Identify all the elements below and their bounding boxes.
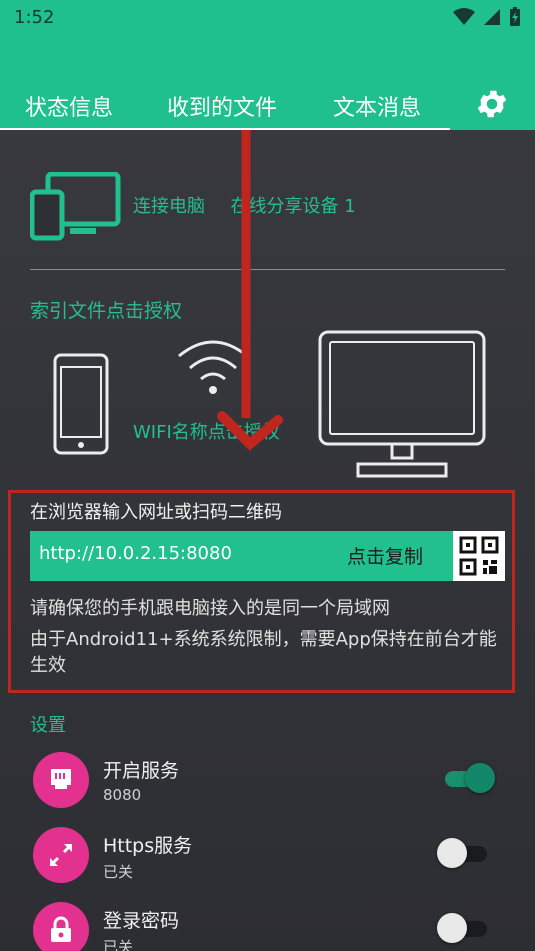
toggle-knob xyxy=(465,763,495,793)
cell-signal-icon xyxy=(484,9,500,25)
same-lan-note: 请确保您的手机跟电脑接入的是同一个局域网 xyxy=(30,598,390,619)
setting-subtitle: 已关 xyxy=(103,863,134,881)
android-limit-note: 由于Android11+系统系统限制，需要App保持在前台才能生效 xyxy=(30,629,497,676)
toggle-knob xyxy=(437,838,467,868)
setting-start-service[interactable]: 开启服务 8080 xyxy=(0,752,535,826)
setting-title: 开启服务 xyxy=(103,760,180,782)
setting-title: 登录密码 xyxy=(103,910,180,932)
settings-title: 设置 xyxy=(30,715,66,736)
setting-subtitle: 8080 xyxy=(103,786,142,804)
tab-text-messages[interactable]: 文本消息 xyxy=(333,90,421,122)
status-time: 1:52 xyxy=(14,7,55,28)
qr-code-button[interactable] xyxy=(453,531,505,581)
login-password-toggle[interactable] xyxy=(437,913,487,943)
setting-title: Https服务 xyxy=(103,835,193,857)
lock-icon xyxy=(51,916,71,942)
gear-icon[interactable] xyxy=(474,86,510,122)
status-icons xyxy=(453,7,521,27)
setting-subtitle: 已关 xyxy=(103,938,134,951)
tab-received-files[interactable]: 收到的文件 xyxy=(167,90,277,122)
battery-charging-icon xyxy=(510,7,520,26)
qr-code-icon xyxy=(459,536,499,576)
annotation-arrow xyxy=(217,130,283,451)
status-page: 连接电脑 在线分享设备 1 索引文件点击授权 WIFI名称点击授权 在浏览器输入… xyxy=(0,130,535,951)
setting-icon xyxy=(33,827,89,883)
setting-icon xyxy=(33,902,89,951)
https-service-toggle[interactable] xyxy=(437,838,487,868)
ethernet-icon xyxy=(51,769,71,789)
copy-button[interactable]: 点击复制 xyxy=(347,542,423,569)
wifi-signal-icon xyxy=(453,8,475,25)
tab-status-info[interactable]: 状态信息 xyxy=(25,90,113,122)
expand-icon xyxy=(50,844,72,866)
setting-https-service[interactable]: Https服务 已关 xyxy=(0,827,535,901)
setting-login-password[interactable]: 登录密码 已关 xyxy=(0,902,535,951)
browser-prompt: 在浏览器输入网址或扫码二维码 xyxy=(30,502,282,523)
server-url[interactable]: http://10.0.2.15:8080 xyxy=(39,543,232,564)
setting-icon xyxy=(33,752,89,808)
toggle-knob xyxy=(437,913,467,943)
app-bar: 1:52 状态信息 收到的文件 文本消息 xyxy=(0,0,535,130)
start-service-toggle[interactable] xyxy=(437,763,495,793)
